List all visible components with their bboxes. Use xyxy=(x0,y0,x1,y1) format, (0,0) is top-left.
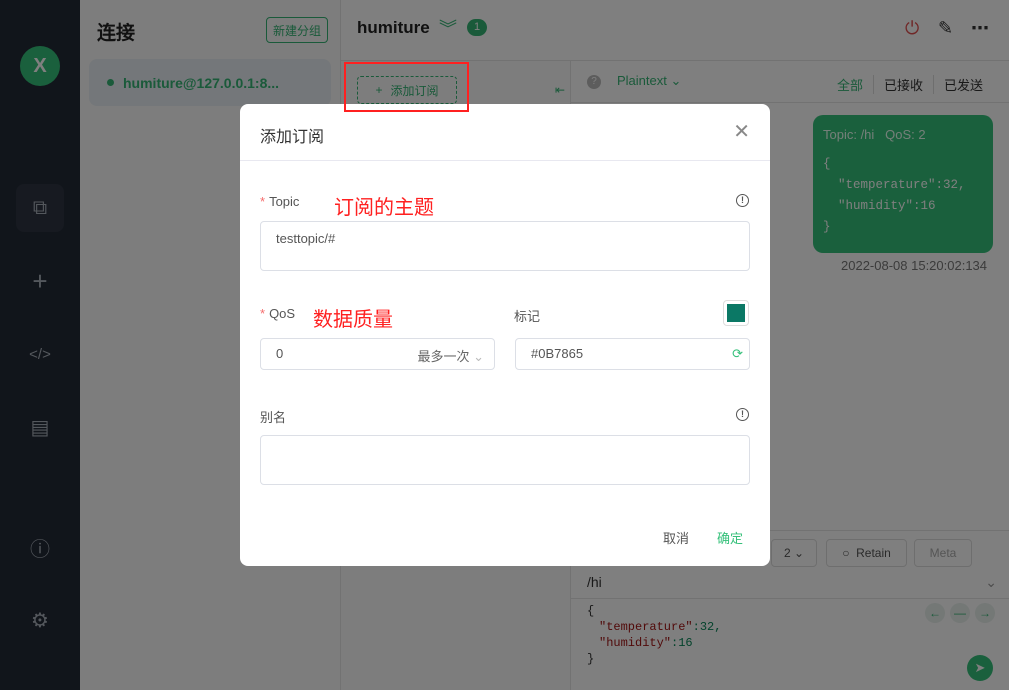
qos-annotation: 数据质量 xyxy=(313,309,393,331)
qos-select[interactable]: 0 最多一次 ⌄ xyxy=(260,338,495,370)
qos-label: QoS xyxy=(269,306,296,321)
mark-label: 标记 xyxy=(514,309,541,324)
alias-input[interactable] xyxy=(260,435,750,485)
confirm-button[interactable]: 确定 xyxy=(717,528,743,547)
color-input[interactable]: #0B7865 ⟳ xyxy=(515,338,750,370)
highlight-annotation-box xyxy=(344,62,469,112)
refresh-icon: ⟳ xyxy=(732,346,743,361)
close-icon[interactable]: ✕ xyxy=(733,119,750,144)
color-picker[interactable] xyxy=(723,300,749,326)
alias-info-icon[interactable]: ! xyxy=(736,408,749,421)
topic-label: Topic xyxy=(269,194,300,209)
add-subscription-dialog: 添加订阅 ✕ * Topic 订阅的主题 ! testtopic/# * QoS 数据… xyxy=(240,104,770,566)
cancel-button[interactable]: 取消 xyxy=(663,528,689,547)
dialog-title: 添加订阅 xyxy=(260,129,325,146)
topic-info-icon[interactable]: ! xyxy=(736,194,749,207)
topic-input[interactable]: testtopic/# xyxy=(260,221,750,271)
alias-label: 别名 xyxy=(260,410,287,425)
topic-annotation: 订阅的主题 xyxy=(334,197,434,219)
